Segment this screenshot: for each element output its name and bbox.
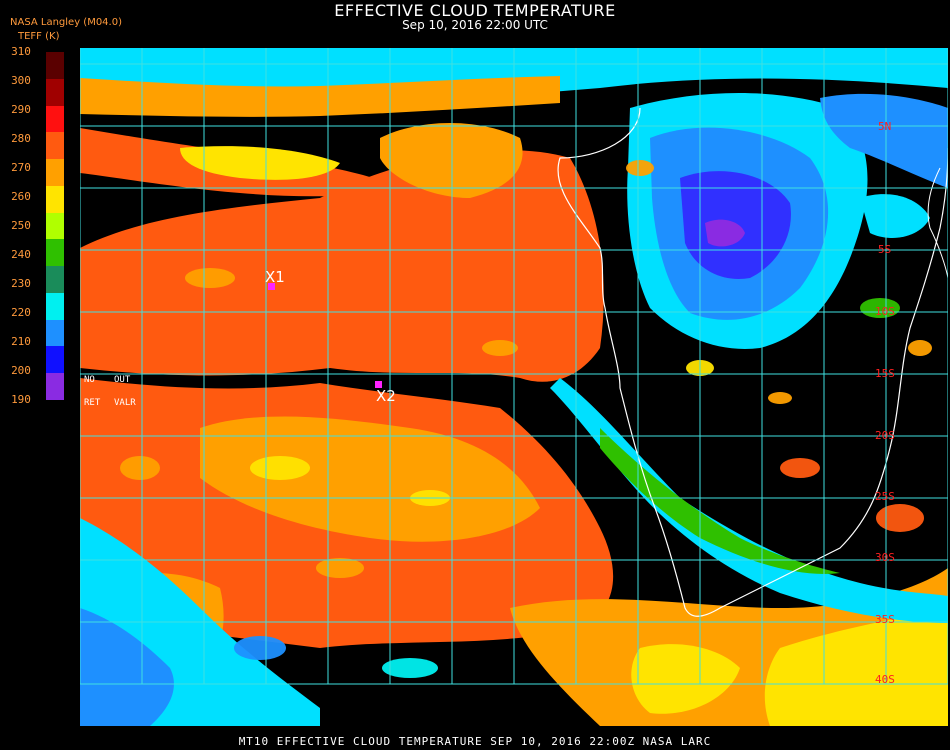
scale-swatch: [46, 346, 64, 374]
color-scale-bar: [46, 52, 64, 401]
lat-label-10s: 10S: [875, 305, 895, 318]
scale-swatch: [46, 132, 64, 160]
scale-swatch: [46, 185, 64, 214]
scale-tick: 310: [11, 45, 31, 58]
cloud-patch: [185, 268, 235, 288]
cloud-patch: [908, 340, 932, 356]
cloud-patch: [120, 456, 160, 480]
cloud-patch: [250, 456, 310, 480]
legend-valr: VALR: [114, 398, 136, 408]
scale-tick: 200: [11, 364, 31, 377]
lat-label-35s: 35S: [875, 613, 895, 626]
scale-swatch: [46, 373, 64, 401]
lat-label-25s: 25S: [875, 490, 895, 503]
marker-x2-label: X2: [376, 387, 396, 405]
lat-label-30s: 30S: [875, 551, 895, 564]
cloud-patch: [626, 160, 654, 176]
scale-swatch: [46, 159, 64, 187]
lat-label-5s: 5S: [878, 243, 892, 256]
scale-tick: 300: [11, 74, 31, 87]
footer-caption: MT10 EFFECTIVE CLOUD TEMPERATURE SEP 10,…: [238, 735, 712, 748]
scale-tick: 260: [11, 190, 31, 203]
map-canvas: [79, 48, 949, 726]
scale-swatch: [46, 319, 64, 347]
lat-label-40s: 40S: [875, 673, 895, 686]
legend-out: OUT: [114, 375, 131, 385]
scale-tick: 220: [11, 306, 31, 319]
cloud-patch: [876, 504, 924, 532]
scale-tick: 210: [11, 335, 31, 348]
cloud-patch: [234, 636, 286, 660]
producer-label: NASA Langley (M04.0): [10, 17, 122, 28]
scale-swatch: [46, 52, 64, 80]
legend-no: NO: [84, 375, 95, 385]
scale-swatch: [46, 239, 64, 267]
map-datetime: Sep 10, 2016 22:00 UTC: [402, 18, 548, 32]
scale-tick: 280: [11, 132, 31, 145]
scale-tick: 190: [11, 393, 31, 406]
scale-tick: 250: [11, 219, 31, 232]
lat-label-5n: 5N: [878, 120, 892, 133]
legend-ret: RET: [84, 398, 101, 408]
satellite-map: [79, 48, 949, 726]
marker-x2-dot: [375, 381, 382, 388]
scale-tick: 290: [11, 103, 31, 116]
scale-swatch: [46, 78, 64, 107]
scale-tick: 270: [11, 161, 31, 174]
scale-swatch: [46, 292, 64, 321]
scale-tick: 230: [11, 277, 31, 290]
units-label: TEFF (K): [18, 31, 60, 42]
cloud-patch: [482, 340, 518, 356]
scale-tick: 240: [11, 248, 31, 261]
lat-label-15s: 15S: [875, 367, 895, 380]
cloud-patch: [780, 458, 820, 478]
marker-x1-dot: [268, 283, 275, 290]
scale-swatch: [46, 105, 64, 133]
cloud-patch: [768, 392, 792, 404]
scale-swatch: [46, 212, 64, 240]
cloud-patch: [316, 558, 364, 578]
scale-swatch: [46, 266, 64, 294]
lat-label-20s: 20S: [875, 429, 895, 442]
